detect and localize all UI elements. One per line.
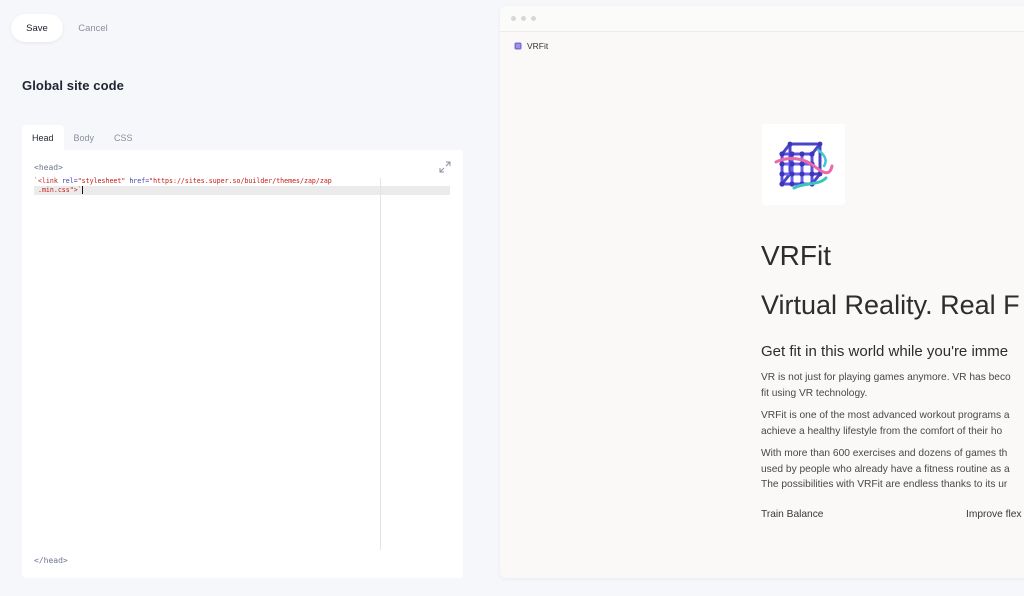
save-button[interactable]: Save [11, 14, 63, 42]
paragraph-line: The possibilities with VRFit are endless… [761, 479, 1008, 490]
expand-icon[interactable] [439, 161, 451, 173]
paragraph: VR is not just for playing games anymore… [761, 370, 1011, 401]
tab-body[interactable]: Body [64, 125, 105, 150]
window-dot [521, 16, 526, 21]
paragraph-line: With more than 600 exercises and dozens … [761, 448, 1008, 459]
breadcrumb-label: VRFit [527, 41, 549, 51]
code-attr-rel: rel= [57, 177, 78, 185]
tab-css[interactable]: CSS [104, 125, 143, 150]
browser-chrome [500, 6, 1024, 32]
feature-column-title: Train Balance [761, 509, 824, 520]
window-dot [511, 16, 516, 21]
code-editor[interactable]: <head> `<link rel="stylesheet" href="htt… [22, 150, 463, 578]
hero-heading: Virtual Reality. Real F [761, 290, 1020, 320]
code-line-1: `<link rel="stylesheet" href="https://si… [34, 177, 450, 186]
code-input[interactable]: `<link rel="stylesheet" href="https://si… [34, 177, 450, 195]
head-close-tag: </head> [34, 556, 68, 565]
head-open-tag: <head> [34, 163, 63, 172]
breadcrumb[interactable]: VRFit [514, 41, 548, 51]
feature-column-title: Improve flex [966, 509, 1022, 520]
paragraph-line: used by people who already have a fitnes… [761, 463, 1010, 475]
code-val-stylesheet: "stylesheet" [77, 177, 126, 185]
code-tabs: Head Body CSS [22, 125, 143, 150]
code-attr-href: href= [125, 177, 150, 185]
page-icon [514, 42, 522, 50]
cancel-button[interactable]: Cancel [70, 14, 116, 42]
site-name: VRFit [761, 240, 831, 271]
window-dot [531, 16, 536, 21]
text-caret [81, 186, 83, 194]
paragraph-line: fit using VR technology. [761, 387, 868, 399]
paragraph: With more than 600 exercises and dozens … [761, 446, 1010, 493]
paragraph: VRFit is one of the most advanced workou… [761, 408, 1010, 439]
paragraph-line: achieve a healthy lifestyle from the com… [761, 425, 1003, 437]
site-logo [762, 124, 845, 205]
hero-subheading: Get fit in this world while you're imme [761, 343, 1009, 360]
code-line-2: .min.css">` [34, 186, 450, 195]
site-preview: VRFit VRFit Virtual Reality. Real F Get … [500, 6, 1024, 578]
paragraph-line: VRFit is one of the most advanced workou… [761, 410, 1010, 421]
code-val-href-cont: .min.css" [34, 186, 74, 194]
code-val-href: "https://sites.super.so/builder/themes/z… [149, 177, 332, 185]
code-tag-open: <link [37, 177, 58, 185]
page-title: Global site code [22, 78, 125, 93]
paragraph-line: VR is not just for playing games anymore… [761, 372, 1011, 383]
vr-cube-logo-icon [774, 141, 833, 189]
editor-margin-line [380, 178, 381, 550]
tab-head[interactable]: Head [22, 125, 64, 150]
